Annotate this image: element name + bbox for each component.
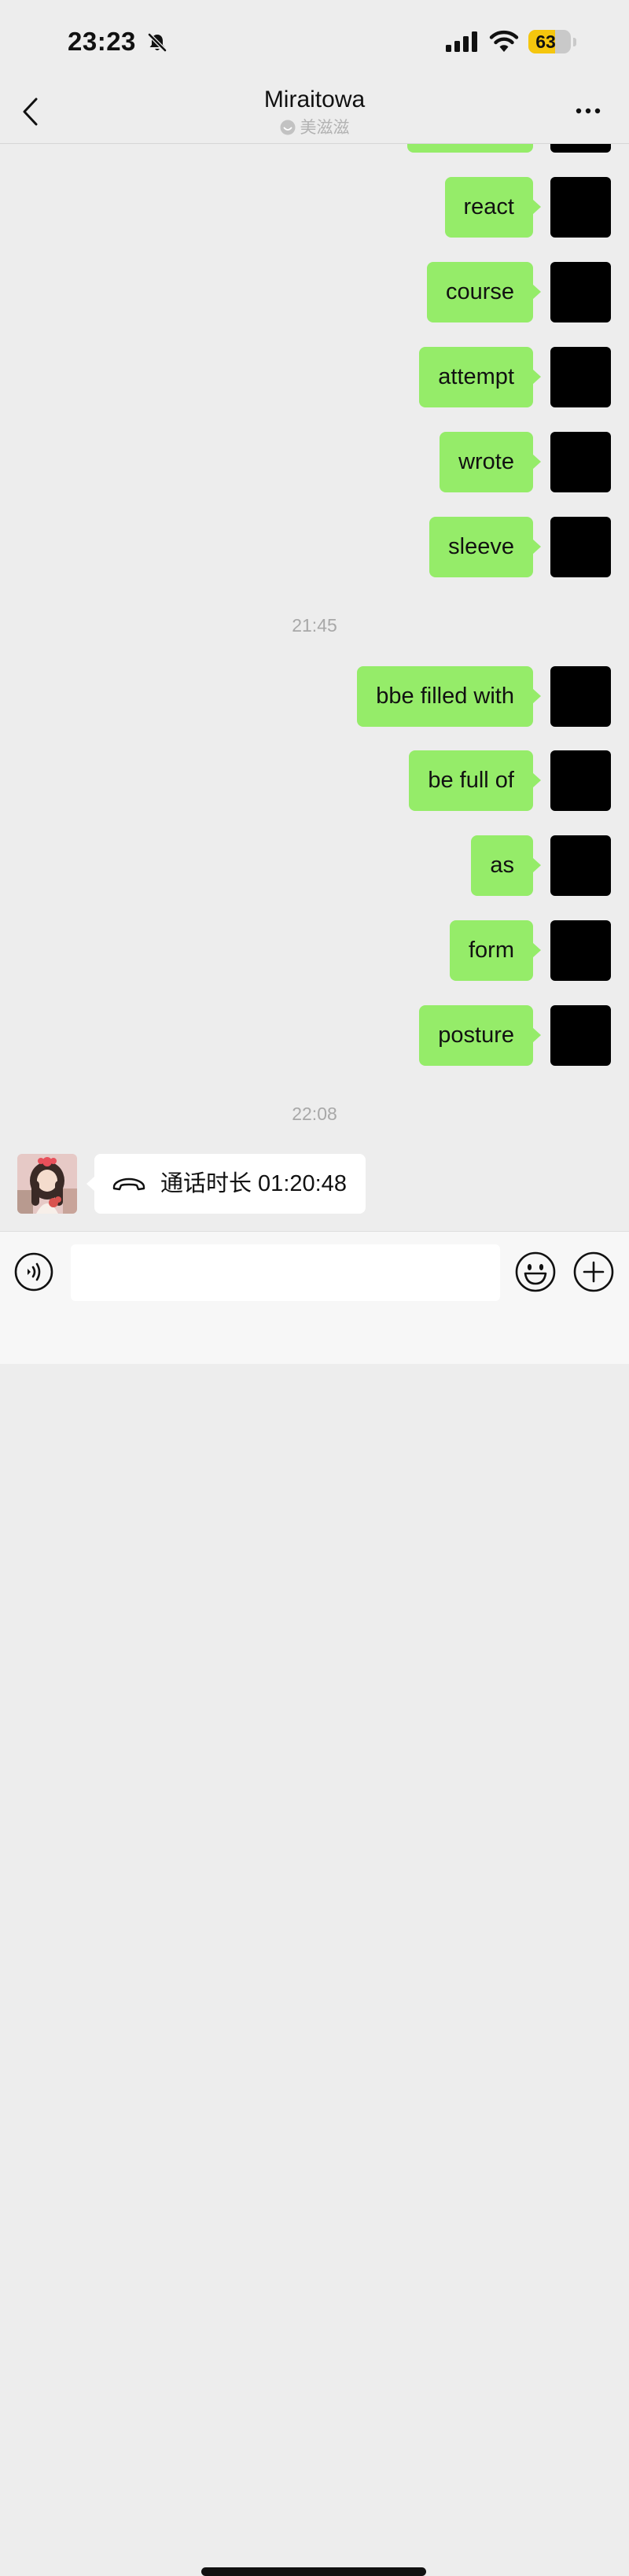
home-indicator[interactable] <box>201 2567 426 2576</box>
message-bubble[interactable]: attempt <box>419 347 541 407</box>
self-avatar[interactable] <box>550 347 611 407</box>
self-avatar[interactable] <box>550 666 611 727</box>
message-bubble[interactable]: sleeve <box>429 517 541 577</box>
status-smile-icon <box>280 120 295 135</box>
timestamp-separator: 22:08 <box>292 1104 337 1124</box>
message-input[interactable] <box>71 1244 500 1301</box>
message-bubble[interactable]: posture <box>419 1005 541 1066</box>
call-duration-bubble[interactable]: 通话时长 01:20:48 <box>86 1154 366 1214</box>
message-bubble[interactable]: course <box>426 262 542 322</box>
self-avatar[interactable] <box>550 177 611 238</box>
contact-avatar[interactable] <box>17 1154 77 1214</box>
self-avatar[interactable] <box>550 1005 611 1066</box>
message-bubble[interactable]: be full of <box>409 750 541 811</box>
chat-area: 通话时长 01:20:48 react course attempt wrote sle… <box>0 0 629 1363</box>
timestamp-separator: 21:45 <box>292 615 337 636</box>
chat-status: 美滋滋 <box>0 115 629 138</box>
voice-icon[interactable] <box>14 1252 53 1292</box>
chat-header: Miraitowa 美滋滋 <box>0 79 629 144</box>
message-bubble[interactable]: react <box>444 177 542 238</box>
self-avatar[interactable] <box>550 750 611 811</box>
call-duration-text: 通话时长 01:20:48 <box>160 1171 347 1196</box>
plus-icon[interactable] <box>572 1251 615 1293</box>
chat-status-text: 美滋滋 <box>300 119 350 137</box>
message-bubble[interactable]: bbe filled with <box>357 666 541 727</box>
message-bubble[interactable]: as <box>471 835 541 896</box>
self-avatar[interactable] <box>550 432 611 492</box>
self-avatar[interactable] <box>550 920 611 981</box>
hangup-phone-icon <box>112 1177 145 1191</box>
message-bubble[interactable]: form <box>450 920 541 981</box>
self-avatar[interactable] <box>550 262 611 322</box>
message-bubble[interactable]: wrote <box>440 432 541 492</box>
input-bar <box>0 1231 629 2576</box>
self-avatar[interactable] <box>550 517 611 577</box>
emoji-icon[interactable] <box>514 1251 557 1293</box>
chat-title: Miraitowa <box>263 87 366 112</box>
more-icon[interactable] <box>571 102 605 120</box>
self-avatar[interactable] <box>550 835 611 896</box>
